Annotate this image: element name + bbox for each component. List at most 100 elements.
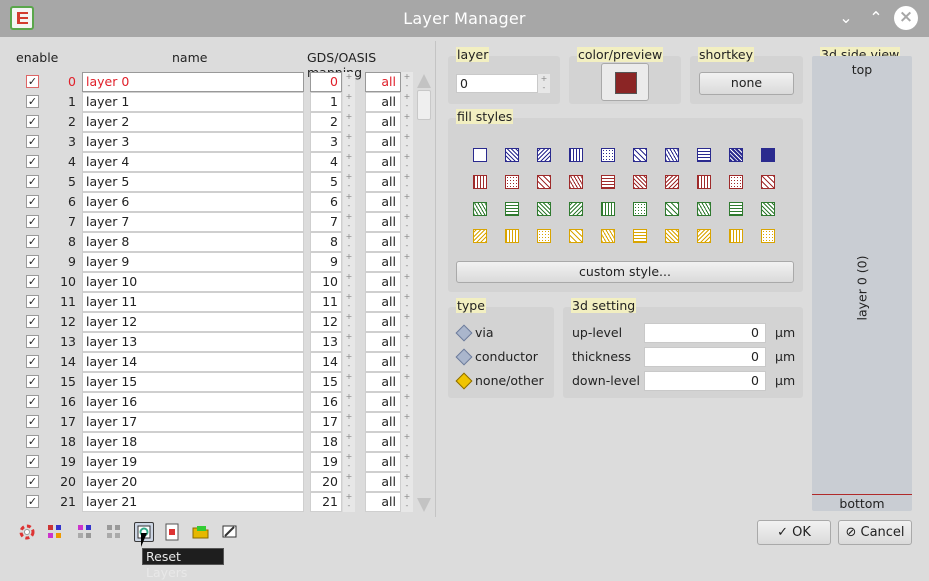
gds-number-field[interactable]: 16 [310,392,342,412]
datatype-spinner[interactable]: + - [401,372,413,392]
fill-style-swatch[interactable] [761,229,775,243]
datatype-spinner[interactable]: + - [401,72,413,92]
layer-name-field[interactable]: layer 20 [82,472,304,492]
datatype-spinner[interactable]: + - [401,452,413,472]
gds-spinner[interactable]: + - [343,272,355,292]
gds-number-field[interactable]: 4 [310,152,342,172]
datatype-field[interactable]: all [365,112,401,132]
gds-number-field[interactable]: 3 [310,132,342,152]
table-row[interactable]: ✓ 14 layer 14 14 + - all + - [4,352,414,372]
layer-name-field[interactable]: layer 13 [82,332,304,352]
layer-name-field[interactable]: layer 7 [82,212,304,232]
gds-spinner[interactable]: + - [343,392,355,412]
gds-spinner[interactable]: + - [343,472,355,492]
gds-spinner[interactable]: + - [343,212,355,232]
layer-name-field[interactable]: layer 11 [82,292,304,312]
ok-button[interactable]: ✓ OK [757,520,831,545]
table-row[interactable]: ✓ 8 layer 8 8 + - all + - [4,232,414,252]
datatype-spinner[interactable]: + - [401,272,413,292]
layer-name-field[interactable]: layer 16 [82,392,304,412]
fill-style-swatch[interactable] [473,229,487,243]
datatype-spinner[interactable]: + - [401,152,413,172]
gds-number-field[interactable]: 9 [310,252,342,272]
datatype-spinner[interactable]: + - [401,132,413,152]
table-row[interactable]: ✓ 16 layer 16 16 + - all + - [4,392,414,412]
datatype-spinner[interactable]: + - [401,292,413,312]
fill-style-swatch[interactable] [761,202,775,216]
enable-checkbox[interactable]: ✓ [26,115,39,128]
datatype-field[interactable]: all [365,72,401,92]
layer-name-field[interactable]: layer 18 [82,432,304,452]
datatype-spinner[interactable]: + - [401,252,413,272]
pdf-icon[interactable] [163,523,181,541]
settings-icon[interactable] [221,523,239,541]
palette-grey-icon[interactable] [76,523,94,541]
datatype-spinner[interactable]: + - [401,232,413,252]
fill-style-swatch[interactable] [505,175,519,189]
datatype-field[interactable]: all [365,392,401,412]
fill-style-swatch[interactable] [473,202,487,216]
datatype-field[interactable]: all [365,412,401,432]
layer-name-field[interactable]: layer 9 [82,252,304,272]
enable-checkbox[interactable]: ✓ [26,235,39,248]
enable-checkbox[interactable]: ✓ [26,175,39,188]
table-row[interactable]: ✓ 10 layer 10 10 + - all + - [4,272,414,292]
palette-icon[interactable] [46,523,64,541]
datatype-field[interactable]: all [365,172,401,192]
gds-number-field[interactable]: 6 [310,192,342,212]
fill-style-swatch[interactable] [761,175,775,189]
cancel-button[interactable]: ⊘ Cancel [838,520,912,545]
fill-style-swatch[interactable] [729,229,743,243]
gds-spinner[interactable]: + - [343,492,355,512]
gds-spinner[interactable]: + - [343,72,355,92]
datatype-field[interactable]: all [365,432,401,452]
gds-number-field[interactable]: 19 [310,452,342,472]
gds-spinner[interactable]: + - [343,192,355,212]
fill-style-swatch[interactable] [505,202,519,216]
down-level-field[interactable]: 0 [644,371,766,391]
enable-checkbox[interactable]: ✓ [26,255,39,268]
datatype-field[interactable]: all [365,192,401,212]
enable-checkbox[interactable]: ✓ [26,335,39,348]
gds-spinner[interactable]: + - [343,432,355,452]
gds-number-field[interactable]: 14 [310,352,342,372]
datatype-spinner[interactable]: + - [401,332,413,352]
gds-number-field[interactable]: 2 [310,112,342,132]
fill-style-swatch[interactable] [473,175,487,189]
layer-name-field[interactable]: layer 2 [82,112,304,132]
table-row[interactable]: ✓ 5 layer 5 5 + - all + - [4,172,414,192]
enable-checkbox[interactable]: ✓ [26,495,39,508]
fill-style-swatch[interactable] [665,148,679,162]
fill-style-swatch[interactable] [697,202,711,216]
datatype-spinner[interactable]: + - [401,312,413,332]
gds-spinner[interactable]: + - [343,112,355,132]
layer-name-field[interactable]: layer 17 [82,412,304,432]
scroll-down-icon[interactable] [417,498,431,512]
fill-style-swatch[interactable] [633,175,647,189]
shortkey-button[interactable]: none [699,72,794,95]
gds-number-field[interactable]: 13 [310,332,342,352]
gds-number-field[interactable]: 20 [310,472,342,492]
gds-spinner[interactable]: + - [343,352,355,372]
table-row[interactable]: ✓ 20 layer 20 20 + - all + - [4,472,414,492]
gds-spinner[interactable]: + - [343,232,355,252]
fill-style-swatch[interactable] [601,148,615,162]
gds-number-field[interactable]: 17 [310,412,342,432]
layer-name-field[interactable]: layer 19 [82,452,304,472]
enable-checkbox[interactable]: ✓ [26,375,39,388]
fill-style-swatch[interactable] [697,148,711,162]
enable-checkbox[interactable]: ✓ [26,455,39,468]
enable-checkbox[interactable]: ✓ [26,95,39,108]
gds-spinner[interactable]: + - [343,312,355,332]
datatype-spinner[interactable]: + - [401,432,413,452]
datatype-field[interactable]: all [365,272,401,292]
datatype-field[interactable]: all [365,92,401,112]
enable-checkbox[interactable]: ✓ [26,435,39,448]
enable-checkbox[interactable]: ✓ [26,415,39,428]
fill-style-swatch[interactable] [537,229,551,243]
layer-index-field[interactable]: 0 [456,74,538,93]
fill-style-swatch[interactable] [697,229,711,243]
table-row[interactable]: ✓ 11 layer 11 11 + - all + - [4,292,414,312]
fill-style-swatch[interactable] [761,148,775,162]
list-scrollbar[interactable] [416,72,432,514]
